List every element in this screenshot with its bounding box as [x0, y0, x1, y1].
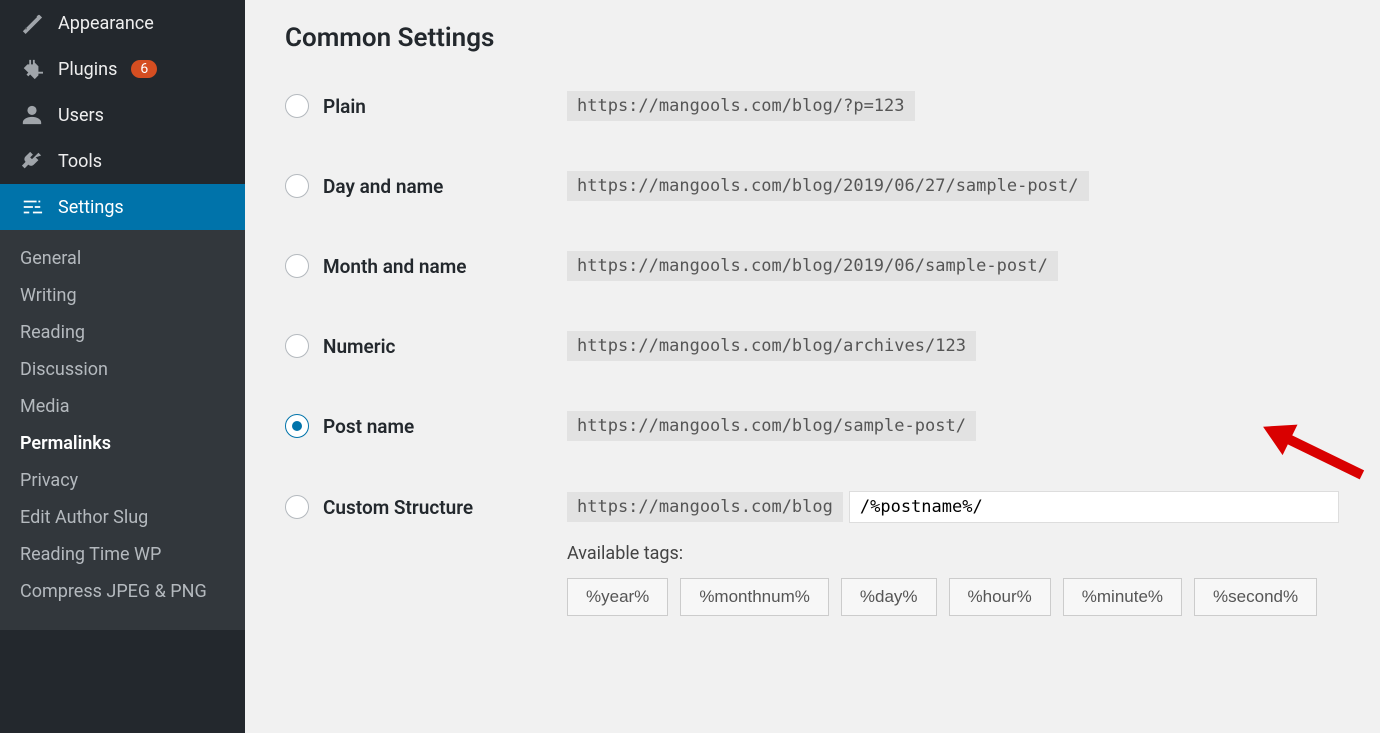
tag-monthnum[interactable]: %monthnum% [680, 578, 829, 616]
radio-plain[interactable]: Plain [285, 94, 567, 118]
radio-label-text: Custom Structure [323, 496, 473, 519]
sidebar-item-label: Settings [58, 197, 124, 218]
subitem-reading-time-wp[interactable]: Reading Time WP [0, 536, 245, 573]
appearance-icon [20, 11, 44, 35]
radio-day-name[interactable]: Day and name [285, 174, 567, 198]
radio-circle [285, 334, 309, 358]
page-heading: Common Settings [285, 20, 1340, 53]
radio-circle [285, 174, 309, 198]
sidebar-item-label: Appearance [58, 13, 154, 34]
option-post-name-row: Post name https://mangools.com/blog/samp… [285, 411, 1340, 441]
subitem-media[interactable]: Media [0, 388, 245, 425]
option-numeric-row: Numeric https://mangools.com/blog/archiv… [285, 331, 1340, 361]
radio-post-name[interactable]: Post name [285, 414, 567, 438]
sidebar-item-plugins[interactable]: Plugins 6 [0, 46, 245, 92]
radio-label-text: Post name [323, 415, 414, 438]
tag-day[interactable]: %day% [841, 578, 937, 616]
radio-custom[interactable]: Custom Structure [285, 495, 567, 519]
sidebar-subitems: General Writing Reading Discussion Media… [0, 230, 245, 630]
subitem-permalinks[interactable]: Permalinks [0, 425, 245, 462]
option-plain-row: Plain https://mangools.com/blog/?p=123 [285, 91, 1340, 121]
example-day-name: https://mangools.com/blog/2019/06/27/sam… [567, 171, 1089, 201]
tag-minute[interactable]: %minute% [1063, 578, 1182, 616]
sidebar-item-label: Plugins [58, 59, 117, 80]
example-post-name: https://mangools.com/blog/sample-post/ [567, 411, 976, 441]
radio-circle [285, 94, 309, 118]
admin-sidebar: Appearance Plugins 6 Users Tools Setting… [0, 0, 245, 733]
sidebar-item-settings[interactable]: Settings [0, 184, 245, 230]
sidebar-item-label: Users [58, 105, 104, 126]
radio-label-text: Month and name [323, 255, 466, 278]
subitem-discussion[interactable]: Discussion [0, 351, 245, 388]
subitem-general[interactable]: General [0, 240, 245, 277]
example-numeric: https://mangools.com/blog/archives/123 [567, 331, 976, 361]
radio-circle [285, 254, 309, 278]
radio-month-name[interactable]: Month and name [285, 254, 567, 278]
tag-hour[interactable]: %hour% [949, 578, 1051, 616]
radio-label-text: Numeric [323, 335, 395, 358]
option-day-name-row: Day and name https://mangools.com/blog/2… [285, 171, 1340, 201]
radio-label-text: Plain [323, 95, 366, 118]
sidebar-item-users[interactable]: Users [0, 92, 245, 138]
example-plain: https://mangools.com/blog/?p=123 [567, 91, 915, 121]
subitem-reading[interactable]: Reading [0, 314, 245, 351]
plugins-badge: 6 [131, 60, 157, 78]
sidebar-item-appearance[interactable]: Appearance [0, 0, 245, 46]
tools-icon [20, 149, 44, 173]
settings-content: Common Settings Plain https://mangools.c… [245, 0, 1380, 733]
subitem-privacy[interactable]: Privacy [0, 462, 245, 499]
available-tags: %year% %monthnum% %day% %hour% %minute% … [567, 578, 1340, 616]
custom-structure-input[interactable] [849, 491, 1339, 523]
subitem-compress-jpeg-png[interactable]: Compress JPEG & PNG [0, 573, 245, 610]
subitem-edit-author-slug[interactable]: Edit Author Slug [0, 499, 245, 536]
example-custom-prefix: https://mangools.com/blog [567, 492, 843, 522]
radio-numeric[interactable]: Numeric [285, 334, 567, 358]
settings-icon [20, 195, 44, 219]
sidebar-item-label: Tools [58, 151, 102, 172]
radio-circle [285, 495, 309, 519]
option-month-name-row: Month and name https://mangools.com/blog… [285, 251, 1340, 281]
plugins-icon [20, 57, 44, 81]
option-custom-row: Custom Structure https://mangools.com/bl… [285, 491, 1340, 523]
tag-second[interactable]: %second% [1194, 578, 1317, 616]
available-tags-label: Available tags: [567, 543, 1340, 564]
radio-label-text: Day and name [323, 175, 443, 198]
users-icon [20, 103, 44, 127]
radio-circle-checked [285, 414, 309, 438]
tag-year[interactable]: %year% [567, 578, 668, 616]
sidebar-item-tools[interactable]: Tools [0, 138, 245, 184]
subitem-writing[interactable]: Writing [0, 277, 245, 314]
example-month-name: https://mangools.com/blog/2019/06/sample… [567, 251, 1058, 281]
